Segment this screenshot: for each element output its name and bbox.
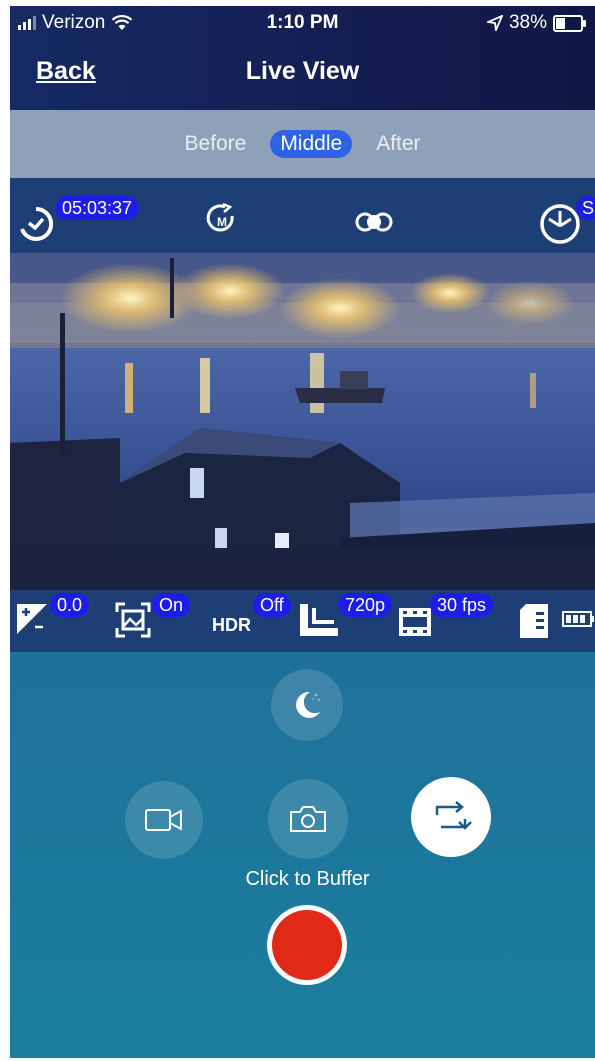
timer-icon[interactable] [16, 204, 56, 244]
hdr-label[interactable]: HDR [212, 615, 251, 636]
hdr-value: Off [253, 593, 291, 617]
photo-mode-button[interactable] [268, 779, 348, 859]
segment-after[interactable]: After [366, 130, 430, 158]
framerate-value: 30 fps [430, 593, 494, 617]
segment-control: Before Middle After [10, 130, 595, 158]
app-screen: Verizon 1:10 PM 38% Back Live View Befor… [10, 6, 595, 1058]
buffer-mode-button[interactable] [411, 777, 491, 857]
camera-header: 05:03:37 M S [10, 178, 595, 253]
loop-mode-icon[interactable]: M [205, 202, 239, 236]
camera-link-icon[interactable] [353, 211, 395, 233]
video-camera-icon [145, 809, 182, 831]
night-mode-button[interactable] [271, 669, 343, 741]
top-bar: Verizon 1:10 PM 38% Back Live View [10, 6, 595, 110]
resolution-icon[interactable] [298, 602, 340, 638]
buffer-label: Click to Buffer [245, 868, 370, 890]
shutter-badge: S [576, 196, 595, 220]
video-mode-button[interactable] [125, 781, 203, 859]
framerate-icon[interactable] [397, 606, 433, 638]
segment-before[interactable]: Before [174, 130, 256, 158]
settings-bar: 0.0 On HDR Off 720p 30 fps [10, 590, 595, 652]
battery-level-icon [562, 611, 594, 627]
record-button[interactable] [267, 905, 347, 985]
moon-icon [296, 691, 321, 718]
resolution-value: 720p [338, 593, 393, 617]
battery-status: 38% [486, 12, 586, 34]
location-icon [486, 15, 503, 31]
harbor-night-scene [10, 253, 595, 590]
battery-icon [553, 14, 586, 32]
live-preview[interactable] [10, 253, 595, 590]
record-icon [272, 910, 342, 980]
stabilization-value: On [152, 593, 191, 617]
page-title: Live View [245, 57, 360, 85]
exposure-value: 0.0 [50, 593, 90, 617]
repeat-icon [435, 801, 472, 830]
exposure-icon[interactable] [15, 602, 49, 636]
timer-badge: 05:03:37 [55, 196, 140, 220]
stabilization-icon[interactable] [113, 600, 153, 640]
segment-bar: Before Middle After [10, 110, 595, 178]
camera-icon [290, 806, 326, 832]
svg-text:M: M [217, 215, 227, 229]
battery-percent: 38% [508, 12, 547, 33]
segment-middle[interactable]: Middle [270, 130, 353, 158]
sd-card-icon[interactable] [518, 604, 550, 638]
